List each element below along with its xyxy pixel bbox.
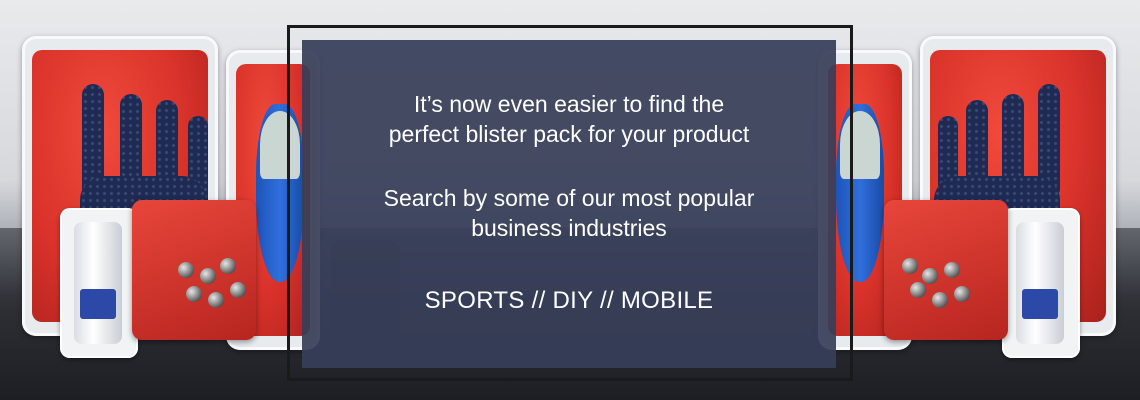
glue-tube	[74, 222, 122, 344]
search-line-1: Search by some of our most popular	[383, 185, 755, 211]
screw-pack	[132, 200, 256, 340]
search-heading: Search by some of our most popular busin…	[302, 183, 836, 243]
industry-categories-link[interactable]: SPORTS // DIY // MOBILE	[302, 286, 836, 316]
search-line-2: business industries	[471, 215, 667, 241]
intro-line-2: perfect blister pack for your product	[388, 121, 750, 147]
intro-heading: It’s now even easier to find the perfect…	[302, 89, 836, 149]
hero-banner: It’s now even easier to find the perfect…	[0, 0, 1140, 400]
intro-line-1: It’s now even easier to find the	[413, 91, 725, 117]
glue-tube	[1016, 222, 1064, 344]
